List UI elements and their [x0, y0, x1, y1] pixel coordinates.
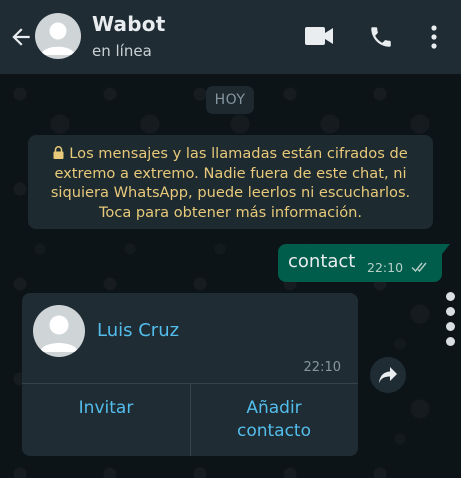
chat-header: Wabot en línea	[0, 0, 461, 74]
arrow-left-icon[interactable]	[8, 24, 34, 50]
add-contact-button[interactable]: Añadir contacto	[190, 383, 358, 456]
dot	[446, 322, 455, 331]
scroll-indicator-dots	[446, 292, 458, 352]
message-time: 22:10	[367, 260, 404, 275]
message-time: 22:10	[303, 360, 341, 375]
add-contact-label: Añadir contacto	[236, 398, 312, 441]
forward-icon	[379, 367, 397, 383]
dot	[446, 292, 455, 301]
dot	[446, 337, 455, 346]
double-check-icon	[411, 262, 427, 273]
more-vertical-icon[interactable]	[425, 24, 443, 50]
phone-icon[interactable]	[368, 24, 394, 50]
default-avatar-icon	[40, 315, 78, 352]
default-avatar-icon	[41, 22, 75, 55]
date-separator: HOY	[206, 86, 254, 114]
contact-avatar	[33, 305, 85, 357]
invite-button[interactable]: Invitar	[22, 383, 190, 456]
video-camera-icon[interactable]	[304, 25, 334, 47]
contact-title-block[interactable]: Wabot en línea	[92, 12, 165, 60]
contact-name: Wabot	[92, 12, 166, 36]
dot	[446, 307, 455, 316]
shared-contact-card[interactable]: Luis Cruz 22:10 Invitar Añadir contacto	[22, 293, 358, 456]
lock-icon	[53, 146, 64, 159]
avatar[interactable]	[35, 13, 81, 59]
message-text: contact	[288, 251, 356, 272]
encryption-notice[interactable]: Los mensajes y las llamadas están cifrad…	[28, 135, 433, 229]
forward-button[interactable]	[370, 357, 406, 393]
contact-status: en línea	[92, 42, 152, 60]
shared-contact-name: Luis Cruz	[97, 320, 180, 341]
encryption-notice-text: Los mensajes y las llamadas están cifrad…	[50, 145, 411, 221]
outgoing-message[interactable]: contact 22:10	[278, 244, 450, 282]
